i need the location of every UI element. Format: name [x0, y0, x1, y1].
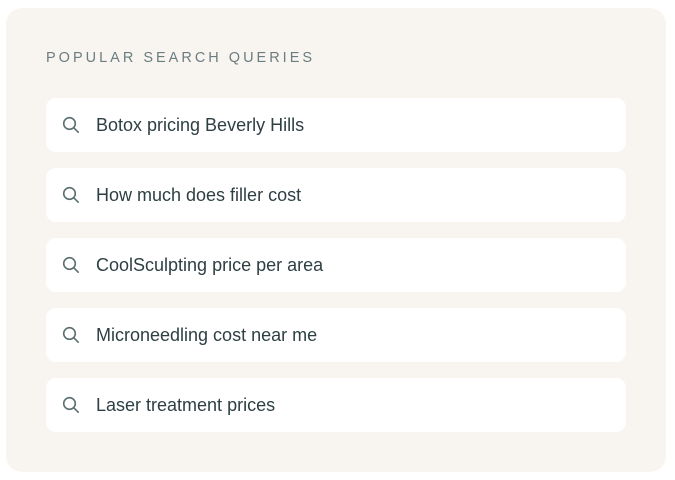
search-icon: [62, 256, 80, 274]
query-label: Laser treatment prices: [96, 394, 276, 415]
query-item-filler-cost[interactable]: How much does filler cost: [46, 168, 626, 222]
section-heading: POPULAR SEARCH QUERIES: [46, 50, 316, 66]
search-icon: [62, 326, 80, 344]
query-item-botox-pricing[interactable]: Botox pricing Beverly Hills: [46, 98, 626, 152]
query-item-microneedling-cost[interactable]: Microneedling cost near me: [46, 308, 626, 362]
query-label: CoolSculpting price per area: [96, 254, 324, 275]
search-icon: [62, 396, 80, 414]
query-item-laser-prices[interactable]: Laser treatment prices: [46, 378, 626, 432]
popular-queries-panel: POPULAR SEARCH QUERIES Botox pricing Bev…: [6, 8, 666, 472]
query-label: Botox pricing Beverly Hills: [96, 114, 305, 135]
search-icon: [62, 116, 80, 134]
query-label: How much does filler cost: [96, 184, 302, 205]
query-label: Microneedling cost near me: [96, 324, 318, 345]
query-list: Botox pricing Beverly Hills How much doe…: [46, 98, 626, 448]
search-icon: [62, 186, 80, 204]
query-item-coolsculpting-price[interactable]: CoolSculpting price per area: [46, 238, 626, 292]
